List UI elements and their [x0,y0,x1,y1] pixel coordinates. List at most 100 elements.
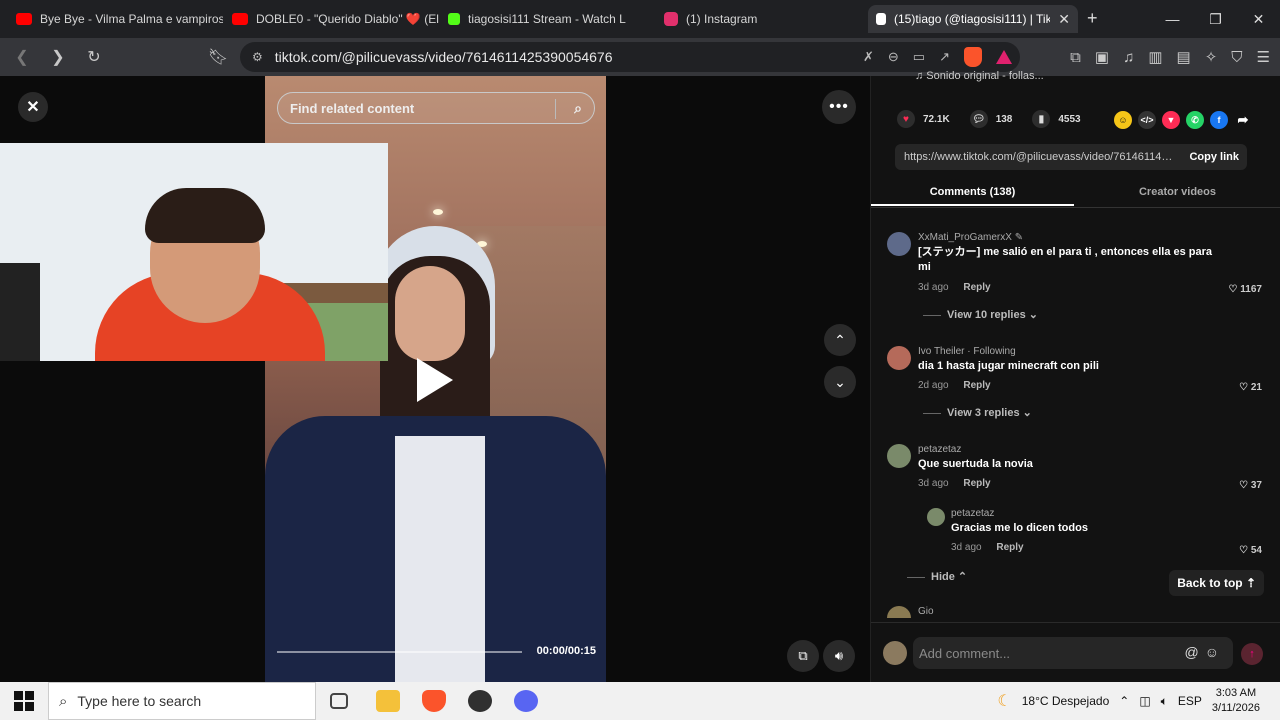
obs-icon[interactable] [468,690,492,712]
discord-icon[interactable] [514,690,538,712]
cast-icon[interactable]: ▭ [913,49,925,65]
brave-rewards-icon[interactable] [996,50,1012,64]
comment-like[interactable]: ♡ 21 [1239,382,1262,393]
extensions-icon[interactable]: ⧉ [1070,49,1081,66]
sidebar-icon[interactable]: ▥ [1148,48,1162,66]
comment-like[interactable]: ♡ 54 [1239,545,1262,556]
comment-username[interactable]: petazetaz [918,444,961,455]
mention-emoji-icons[interactable]: @☺ [1184,644,1225,660]
taskbar-clock[interactable]: 3:03 AM 3/11/2026 [1212,686,1260,716]
tab-title: (15)tiago (@tiagosisi111) | Tik [894,12,1051,26]
bookmark-icon[interactable]: 🔖︎ [204,43,232,71]
embed-icon[interactable]: </> [1138,111,1156,129]
weather-icon[interactable]: ☾ [997,691,1011,711]
floating-player-button[interactable]: ⧉ [787,640,819,672]
comment-like[interactable]: ♡ 1167 [1229,284,1262,295]
new-tab-button[interactable]: + [1087,8,1098,29]
video-progress-bar[interactable] [277,651,522,653]
avatar[interactable] [887,346,911,370]
comment-input[interactable]: Add comment... @☺ [913,637,1233,669]
file-explorer-icon[interactable] [376,690,400,712]
network-icon[interactable]: ◫ [1139,694,1150,708]
address-bar[interactable]: ⚙ tiktok.com/@pilicuevass/video/76146114… [240,42,1020,72]
hide-replies-button[interactable]: Hide ⌃ [907,570,967,583]
back-icon[interactable]: ❮ [8,43,36,71]
maximize-button[interactable]: ❐ [1194,0,1237,38]
post-comment-button[interactable]: ↑ [1241,643,1263,665]
music-icon[interactable]: ♫ [1123,49,1134,66]
reload-icon[interactable]: ↻ [80,43,108,71]
brave-shields-icon[interactable] [964,47,982,67]
taskbar-search-placeholder: Type here to search [77,693,202,709]
comment-text: [ステッカー] me salió en el para ti , entonce… [918,246,1213,273]
avatar[interactable] [887,606,911,618]
tab-comments[interactable]: Comments (138) [871,186,1074,206]
share-arrow-icon[interactable]: ➦ [1234,111,1252,129]
tab-youtube-bye-bye[interactable]: Bye Bye - Vilma Palma e vampiros [8,5,223,33]
volume-tray-icon[interactable]: 🔈︎ [1161,694,1168,709]
windows-start-icon[interactable] [14,691,34,711]
vpn-icon[interactable]: ⛉ [1231,49,1242,66]
view-replies-button[interactable]: View 3 replies ⌄ [923,406,1032,419]
close-tab-icon[interactable]: ✕ [1050,11,1070,28]
comment-username[interactable]: Gio [918,606,934,617]
bookmark-icon[interactable]: ▮ [1032,110,1051,128]
task-view-icon[interactable] [330,693,348,709]
tab-tiktok-active[interactable]: (15)tiago (@tiagosisi111) | Tik ✕ [868,5,1078,33]
comment-icon[interactable]: 💬︎ [969,110,988,128]
share-icon[interactable]: ↗ [939,49,950,65]
reply-button[interactable]: Reply [996,542,1023,553]
reply-button[interactable]: Reply [963,380,990,391]
back-to-top-button[interactable]: Back to top ⇡ [1169,570,1264,596]
close-video-button[interactable]: ✕ [18,92,48,122]
next-video-button[interactable]: ⌄ [824,366,856,398]
ceiling-light [433,209,443,215]
music-label[interactable]: ♫ Sonido original - follas... [915,70,1044,82]
search-icon[interactable]: ⌕ [574,100,582,117]
copy-link-button[interactable]: Copy link [1189,151,1239,163]
comment-username[interactable]: petazetaz [951,508,994,519]
wallet-icon[interactable]: ▤ [1177,48,1191,66]
volume-icon[interactable]: 🔊︎ [823,640,855,672]
site-info-icon[interactable]: ⚙ [252,50,263,64]
facebook-icon[interactable]: f [1210,111,1228,129]
comment-username[interactable]: XxMati_ProGamerxX ✎ [918,232,1023,243]
brave-browser-icon[interactable] [422,690,446,712]
screenshot-icon[interactable]: ▣ [1095,48,1109,66]
comment-username[interactable]: Ivo Theiler · Following [918,346,1016,357]
tab-creator-videos[interactable]: Creator videos [1076,186,1279,198]
avatar[interactable] [887,444,911,468]
translate-off-icon[interactable]: ✗ [863,49,874,65]
avatar[interactable] [927,508,945,526]
more-options-button[interactable]: ••• [822,90,856,124]
menu-icon[interactable]: ☰ [1257,48,1270,66]
close-window-button[interactable]: ✕ [1237,0,1280,38]
like-icon[interactable]: ♥ [897,110,915,128]
avatar[interactable] [887,232,911,256]
reply-button[interactable]: Reply [963,282,990,293]
tab-kick-stream[interactable]: tiagosisi111 Stream - Watch L [440,5,655,33]
zoom-icon[interactable]: ⊖ [888,49,899,65]
whatsapp-icon[interactable]: ✆ [1186,111,1204,129]
comment-like[interactable]: ♡ 37 [1239,480,1262,491]
play-icon[interactable] [417,358,453,402]
taskbar-search[interactable]: ⌕ Type here to search [48,682,316,720]
reply-button[interactable]: Reply [963,478,990,489]
send-icon[interactable]: ▼ [1162,111,1180,129]
weather-text[interactable]: 18°C Despejado [1022,694,1110,708]
language-indicator[interactable]: ESP [1178,694,1202,708]
tiktok-friends-icon[interactable]: ☺ [1114,111,1132,129]
tab-title: tiagosisi111 Stream - Watch L [468,12,626,26]
face [395,266,465,361]
view-replies-button[interactable]: View 10 replies ⌄ [923,308,1038,321]
tab-youtube-querido-diablo[interactable]: DOBLE0 - "Querido Diablo" ❤️ (El [224,5,439,33]
minimize-button[interactable]: — [1151,0,1194,38]
tab-instagram[interactable]: (1) Instagram [656,5,861,33]
tray-overflow-icon[interactable]: ⌃ [1119,694,1129,708]
leo-ai-icon[interactable]: ✧ [1205,48,1218,66]
previous-video-button[interactable]: ⌃ [824,324,856,356]
find-related-search[interactable]: Find related content ⌕ [277,92,595,124]
forward-icon[interactable]: ❯ [44,43,72,71]
video-link-url[interactable]: https://www.tiktok.com/@pilicuevass/vide… [904,151,1176,163]
browser-toolbar: ❮ ❯ ↻ 🔖︎ ⚙ tiktok.com/@pilicuevass/video… [0,38,1280,76]
